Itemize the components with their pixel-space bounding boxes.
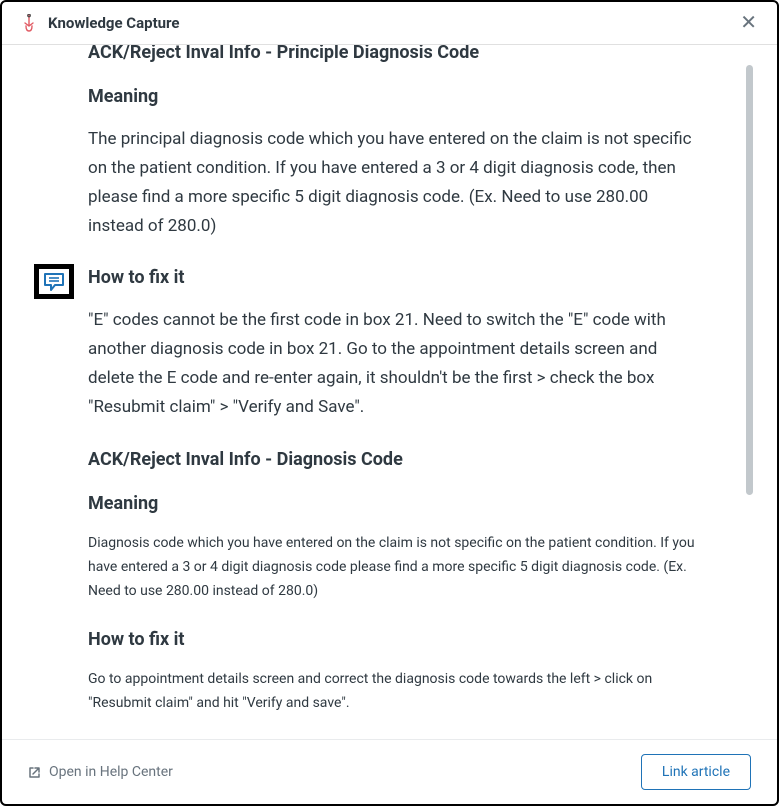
meaning-text: Diagnosis code which you have entered on… xyxy=(88,532,707,603)
help-center-label: Open in Help Center xyxy=(49,764,173,780)
modal-header: Knowledge Capture ✕ xyxy=(2,2,777,45)
app-icon xyxy=(20,14,38,32)
scrollbar-thumb[interactable] xyxy=(746,65,753,495)
meaning-heading: Meaning xyxy=(88,86,707,107)
fix-text: Go to appointment details screen and cor… xyxy=(88,668,707,716)
section-heading: ACK/Reject Inval Info - Principle Diagno… xyxy=(88,45,707,64)
fix-text: "E" codes cannot be the first code in bo… xyxy=(88,306,707,422)
link-article-button[interactable]: Link article xyxy=(641,754,751,790)
external-link-icon xyxy=(28,766,41,779)
fix-heading: How to fix it xyxy=(88,629,707,650)
modal-title: Knowledge Capture xyxy=(48,14,180,32)
content-wrapper: ACK/Reject Inval Info - Principle Diagno… xyxy=(2,45,777,739)
modal-footer: Open in Help Center Link article xyxy=(2,739,777,804)
section-heading: ACK/Reject Inval Info - Diagnosis Code xyxy=(88,448,707,471)
fix-heading: How to fix it xyxy=(88,267,707,288)
close-icon: ✕ xyxy=(740,12,757,34)
comment-badge[interactable] xyxy=(34,264,74,299)
article-content[interactable]: ACK/Reject Inval Info - Principle Diagno… xyxy=(2,45,777,739)
close-button[interactable]: ✕ xyxy=(736,9,761,37)
speech-bubble-icon xyxy=(44,273,64,291)
knowledge-capture-modal: Knowledge Capture ✕ ACK/Reject Inval Inf… xyxy=(0,0,779,806)
open-help-center-link[interactable]: Open in Help Center xyxy=(28,764,173,780)
meaning-heading: Meaning xyxy=(88,493,707,514)
meaning-text: The principal diagnosis code which you h… xyxy=(88,125,707,241)
